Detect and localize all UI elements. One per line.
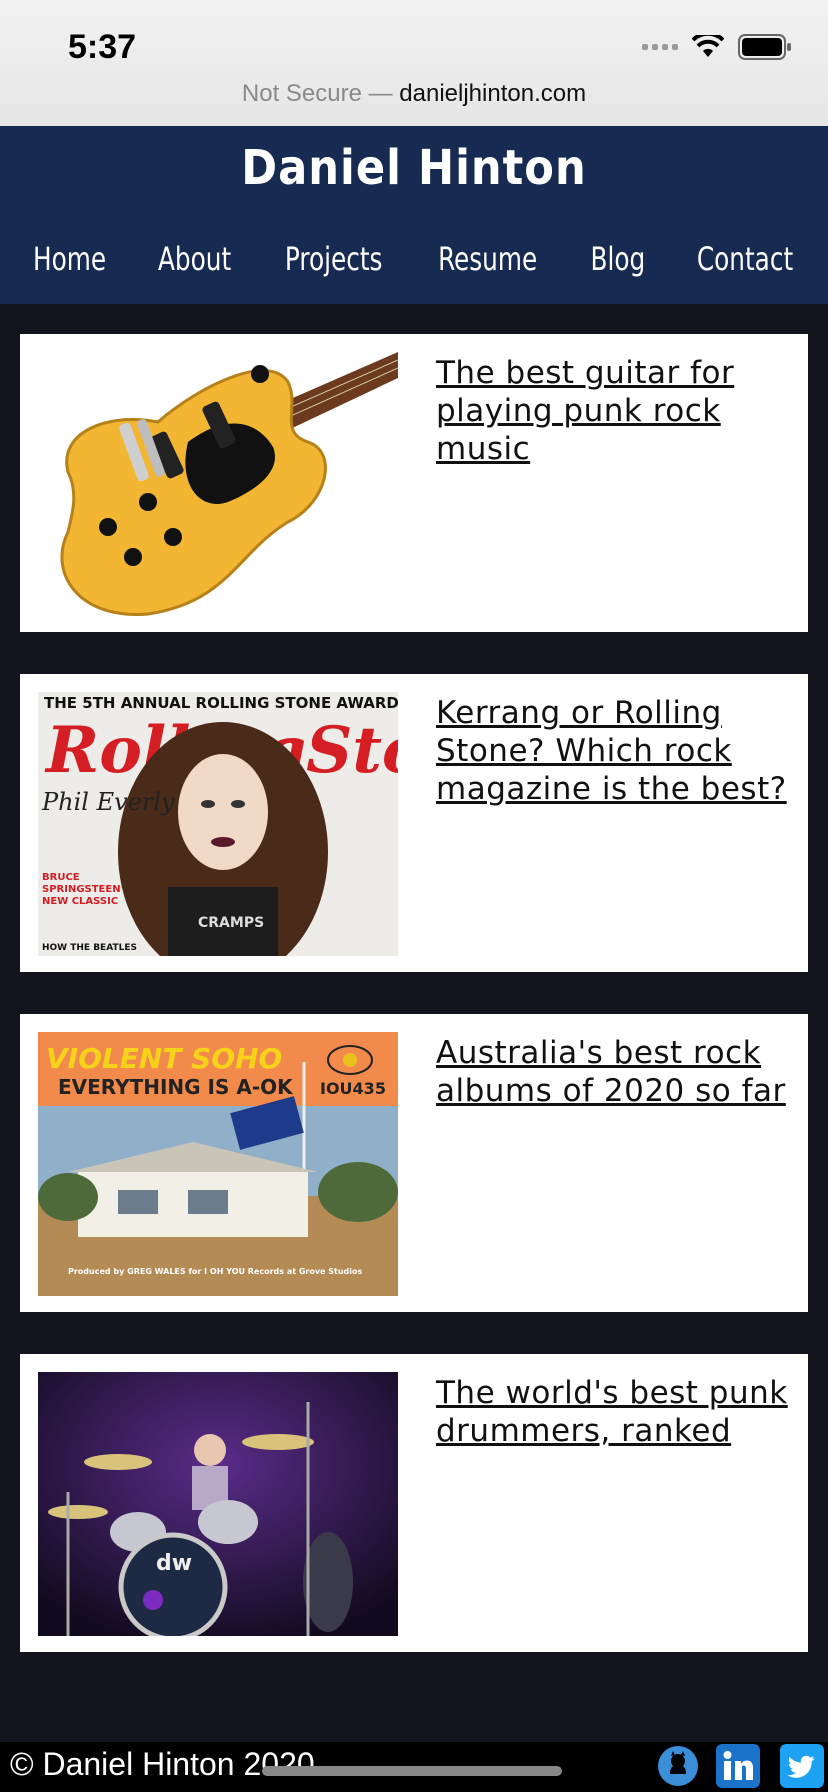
drum-logo: dw [156, 1551, 192, 1576]
album-title: EVERYTHING IS A-OK [58, 1075, 294, 1099]
twitter-icon[interactable] [780, 1744, 824, 1788]
rolling-stone-cover-image[interactable]: THE 5TH ANNUAL ROLLING STONE AWARDS Roll… [38, 692, 398, 956]
cover-side-3: HOW THE BEATLES [42, 943, 137, 953]
post-title-link[interactable]: The world's best punk drummers, ranked [436, 1374, 796, 1450]
post-card[interactable]: THE 5TH ANNUAL ROLLING STONE AWARDS Roll… [20, 674, 808, 972]
post-title-link[interactable]: The best guitar for playing punk rock mu… [436, 354, 796, 468]
browser-chrome: 5:37 Not Secure — danieljhinton.com [0, 0, 828, 126]
status-icons [642, 34, 792, 60]
post-card[interactable]: VIOLENT SOHO EVERYTHING IS A-OK IOU435 P… [20, 1014, 808, 1312]
main-nav: Home About Projects Resume Blog Contact [0, 240, 828, 278]
album-cover-image[interactable]: VIOLENT SOHO EVERYTHING IS A-OK IOU435 P… [38, 1032, 398, 1296]
home-indicator[interactable] [262, 1766, 562, 1776]
post-title-link[interactable]: Australia's best rock albums of 2020 so … [436, 1034, 796, 1110]
post-card[interactable]: dw The world's best punk drummers, ranke… [20, 1354, 808, 1652]
copyright-text: © Daniel Hinton 2020 [10, 1746, 315, 1782]
shirt-text: CRAMPS [198, 915, 264, 931]
cover-banner: THE 5TH ANNUAL ROLLING STONE AWARDS [44, 694, 398, 712]
post-title-link[interactable]: Kerrang or Rolling Stone? Which rock mag… [436, 694, 796, 808]
nav-home[interactable]: Home [33, 240, 106, 278]
post-card[interactable]: The best guitar for playing punk rock mu… [20, 334, 808, 632]
signal-icon [642, 44, 678, 50]
nav-contact[interactable]: Contact [697, 240, 793, 278]
linkedin-icon[interactable] [716, 1744, 760, 1788]
album-code: IOU435 [320, 1079, 386, 1098]
site-title[interactable]: Daniel Hinton [0, 140, 828, 196]
site-header: Daniel Hinton Home About Projects Resume… [0, 126, 828, 304]
nav-about[interactable]: About [158, 240, 231, 278]
security-label: Not Secure — [241, 80, 393, 107]
url-domain: danieljhinton.com [399, 80, 587, 107]
drummer-image[interactable]: dw [38, 1372, 398, 1636]
wifi-icon [692, 35, 724, 57]
address-bar[interactable]: Not Secure — danieljhinton.com [0, 80, 828, 108]
album-band: VIOLENT SOHO [46, 1042, 282, 1075]
github-icon[interactable] [656, 1744, 700, 1788]
nav-projects[interactable]: Projects [285, 240, 382, 278]
album-credit: Produced by GREG WALES for I OH YOU Reco… [68, 1267, 363, 1276]
guitar-image[interactable] [38, 352, 398, 616]
battery-icon [738, 34, 791, 60]
nav-blog[interactable]: Blog [590, 240, 645, 278]
status-time: 5:37 [68, 28, 137, 66]
cover-side-2: BRUCE SPRINGSTEEN'S NEW CLASSIC [42, 872, 122, 907]
nav-resume[interactable]: Resume [438, 240, 537, 278]
cover-side-1: Phil Everly [41, 788, 175, 816]
